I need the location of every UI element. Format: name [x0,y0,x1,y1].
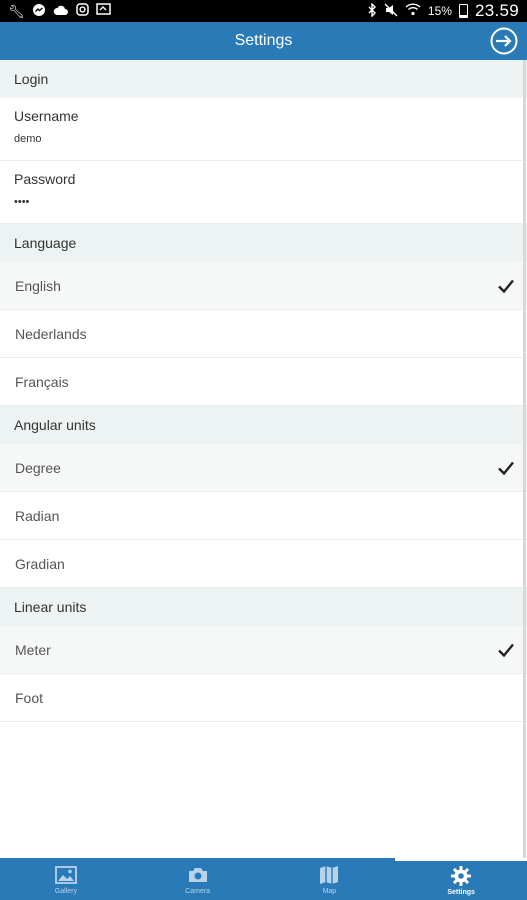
tab-gallery[interactable]: Gallery [0,858,132,900]
wifi-icon [405,3,421,19]
app-header: Settings [0,22,527,60]
password-field[interactable]: Password •••• [0,161,527,224]
logout-button[interactable] [489,26,519,56]
password-label: Password [14,171,76,187]
bottom-nav: Gallery Camera Map Settings [0,858,527,900]
option-label: Foot [15,689,44,706]
tab-settings[interactable]: Settings [395,858,527,900]
tab-label: Map [322,887,337,895]
instagram-icon [75,3,89,19]
tab-label: Settings [447,889,475,896]
tab-label: Camera [185,887,211,895]
section-header-login: Login [0,60,527,98]
camera-icon [188,867,207,882]
status-bar: 🔧︎ 15% 23.59 [0,0,527,22]
gallery-icon [54,865,77,884]
clock: 23.59 [474,1,519,20]
password-value[interactable]: •••• [14,196,513,208]
check-icon [498,461,514,475]
linear-option-foot[interactable]: Foot [0,674,527,722]
language-option-english[interactable]: English [0,262,527,310]
option-label: Radian [15,507,60,524]
cast-icon [95,3,111,19]
linear-option-meter[interactable]: Meter [0,626,527,674]
option-label: Degree [15,459,61,476]
tab-label: Gallery [54,887,77,895]
page-title: Settings [234,32,293,49]
option-label: Meter [15,641,51,658]
logout-icon [490,27,518,55]
wrench-icon: 🔧︎ [8,3,25,19]
settings-list[interactable]: Login Username demo Password •••• Langua… [0,60,527,858]
mute-icon [384,3,398,20]
cloud-icon [53,3,69,19]
option-label: Français [15,373,69,390]
status-bar-right: 15% 23.59 [367,1,519,21]
gear-icon [451,866,472,886]
angular-option-radian[interactable]: Radian [0,492,527,540]
check-icon [498,279,514,293]
angular-option-gradian[interactable]: Gradian [0,540,527,588]
option-label: Nederlands [15,325,87,342]
tab-camera[interactable]: Camera [132,858,264,900]
username-value[interactable]: demo [14,133,513,145]
option-label: Gradian [15,555,65,572]
check-icon [498,643,514,657]
messenger-icon [32,3,46,20]
section-header-language: Language [0,224,527,262]
language-option-francais[interactable]: Français [0,358,527,406]
section-header-linear-units: Linear units [0,588,527,626]
tab-map[interactable]: Map [264,858,396,900]
map-icon [320,865,339,884]
angular-option-degree[interactable]: Degree [0,444,527,492]
username-field[interactable]: Username demo [0,98,527,161]
bluetooth-icon [367,1,377,20]
battery-percent: 15% [427,4,452,18]
username-label: Username [14,108,79,124]
scrollbar[interactable] [523,60,526,858]
language-option-nederlands[interactable]: Nederlands [0,310,527,358]
battery-icon [458,4,468,18]
status-bar-left: 🔧︎ [8,3,111,20]
section-header-angular-units: Angular units [0,406,527,444]
option-label: English [15,277,61,294]
